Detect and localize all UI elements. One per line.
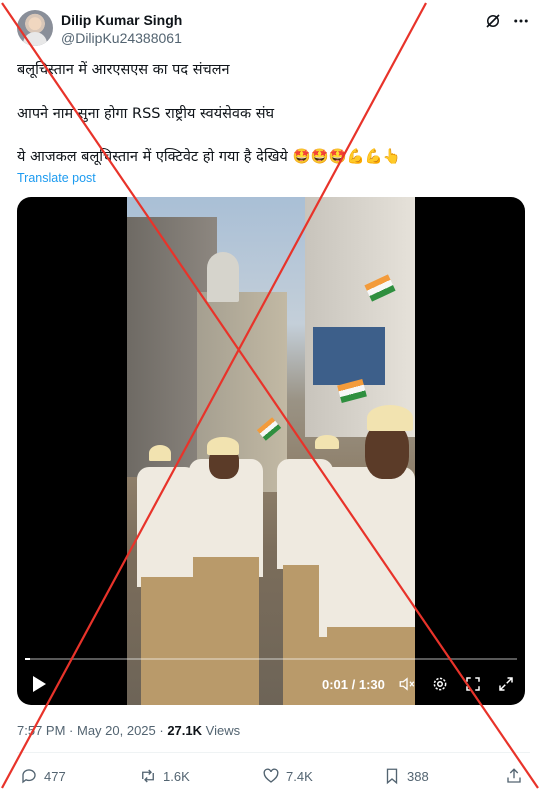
tweet-time[interactable]: 7:57 PM <box>17 723 65 738</box>
tweet-header: Dilip Kumar Singh @DilipKu24388061 <box>17 10 530 50</box>
share-button[interactable] <box>505 765 523 787</box>
video-frame <box>127 197 415 705</box>
tweet-meta: 7:57 PM · May 20, 2025 · 27.1K Views <box>17 723 240 738</box>
volume-icon[interactable] <box>398 675 416 693</box>
tweet-line: ये आजकल बलूचिस्तान में एक्टिवेट हो गया ह… <box>17 149 401 165</box>
author-handle[interactable]: @DilipKu24388061 <box>61 29 182 47</box>
video-scene-marcher <box>319 467 415 637</box>
fullscreen-icon[interactable] <box>464 675 482 693</box>
video-time: 0:01 / 1:30 <box>322 677 385 692</box>
expand-icon[interactable] <box>497 675 515 693</box>
video-scene-face <box>365 423 409 479</box>
views-label: Views <box>202 723 241 738</box>
play-icon[interactable] <box>31 675 47 693</box>
translate-post-link[interactable]: Translate post <box>17 171 96 185</box>
views-count: 27.1K <box>167 723 203 738</box>
repost-count: 1.6K <box>163 768 190 784</box>
video-player[interactable]: 0:01 / 1:30 <box>17 197 525 705</box>
share-icon <box>507 768 521 783</box>
video-scrubber[interactable] <box>25 658 517 660</box>
video-progress-fill <box>25 658 30 660</box>
divider <box>17 752 530 753</box>
reply-icon <box>22 769 36 784</box>
reply-button[interactable]: 477 <box>20 765 66 787</box>
bookmark-button[interactable]: 388 <box>383 765 429 787</box>
reply-count: 477 <box>44 768 66 784</box>
bookmark-icon <box>386 768 398 785</box>
settings-icon[interactable] <box>431 675 449 693</box>
meta-separator: · <box>65 723 77 738</box>
grok-icon[interactable] <box>484 12 502 30</box>
video-scene-marcher <box>137 467 197 587</box>
tweet-actions: 477 1.6K 7.4K 388 <box>20 765 530 789</box>
more-icon[interactable] <box>512 12 530 30</box>
video-scene-dome <box>207 252 239 302</box>
video-scene-cap <box>149 445 171 461</box>
video-scene-signboard <box>313 327 385 385</box>
author-names: Dilip Kumar Singh @DilipKu24388061 <box>61 11 182 47</box>
repost-button[interactable]: 1.6K <box>139 765 190 787</box>
video-scene-cap <box>315 435 339 449</box>
author-display-name[interactable]: Dilip Kumar Singh <box>61 11 182 29</box>
repost-icon <box>142 769 154 783</box>
video-scene-cap <box>207 437 239 455</box>
bookmark-count: 388 <box>407 768 429 784</box>
tweet-date[interactable]: May 20, 2025 <box>77 723 156 738</box>
avatar[interactable] <box>17 10 53 46</box>
like-icon <box>263 768 279 783</box>
like-count: 7.4K <box>286 768 313 784</box>
video-scene-building <box>305 197 415 437</box>
meta-separator: · <box>155 723 168 738</box>
video-controls: 0:01 / 1:30 <box>17 671 525 699</box>
tweet-line: आपने नाम सुना होगा RSS राष्ट्रीय स्वयंसे… <box>17 106 275 122</box>
video-scene-cap <box>367 405 413 431</box>
tweet-line: बलूचिस्तान में आरएसएस का पद संचलन <box>17 62 230 78</box>
like-button[interactable]: 7.4K <box>262 765 313 787</box>
